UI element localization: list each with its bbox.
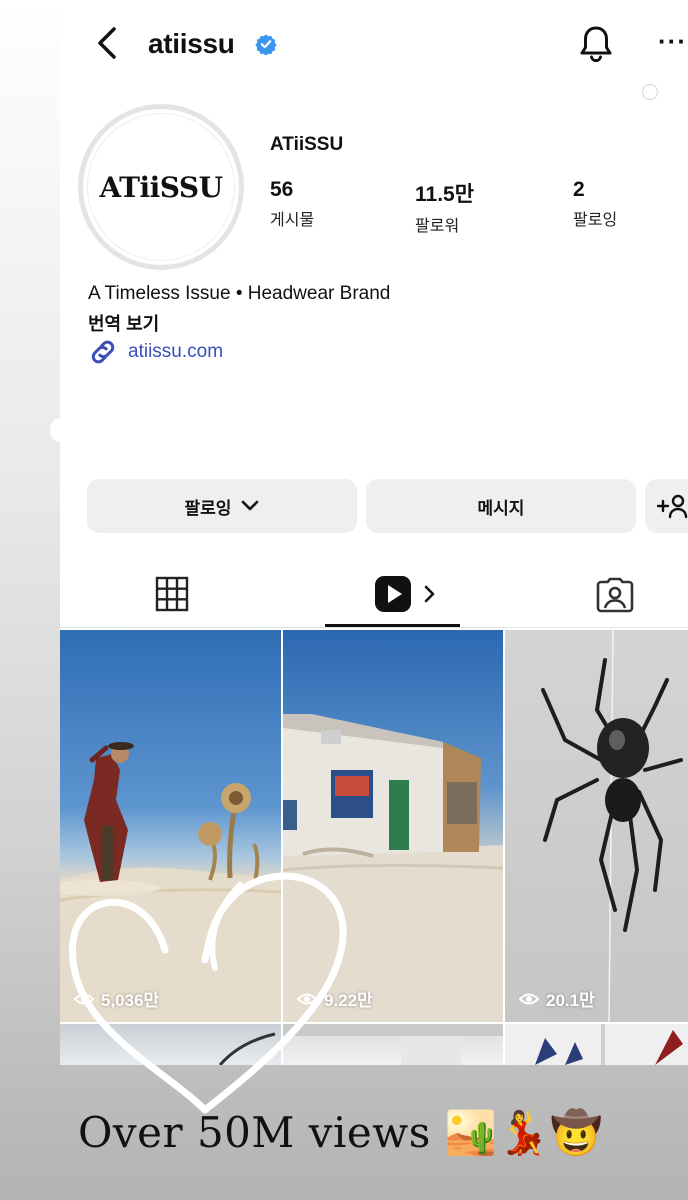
profile-tabs [60,560,688,628]
reel-thumbnail[interactable] [283,1024,503,1065]
reel-4-image [218,1032,276,1065]
reel-3-image [541,630,683,1022]
website-link-text: atiissu.com [128,341,224,362]
stat-followers-label: 팔로워 [415,218,460,235]
reel-views-text: 5,036만 [101,991,160,1010]
following-button-label: 팔로잉 [184,498,232,518]
back-icon [98,27,116,59]
reel-2-image [283,714,503,1022]
profile-bio: A Timeless Issue • Headwear Brand [88,283,391,304]
grid-icon [155,576,189,612]
profile-screenshot: atiissu ··· ATiiSSU ATiiSSU 56 게시물 11.5만… [60,0,688,1065]
back-button[interactable] [90,22,124,64]
tagged-icon [596,577,634,613]
tab-posts-grid[interactable] [150,568,194,620]
reels-icon [375,576,411,612]
add-user-button[interactable] [645,479,688,533]
reel-thumbnail[interactable]: 20.1만 [505,630,688,1022]
reel-thumbnail[interactable] [60,1024,281,1065]
profile-avatar[interactable]: ATiiSSU [78,104,244,270]
avatar-inner: ATiiSSU [87,113,235,261]
story-caption: Over 50M views 🏜️💃🤠 [78,1108,603,1158]
tab-tagged[interactable] [592,568,638,620]
avatar-logo-text: ATiiSSU [99,170,223,204]
stat-followers[interactable]: 11.5만 팔로워 [415,178,474,236]
chevron-down-icon [242,500,259,511]
reel-thumbnail[interactable]: 5,036만 [60,630,281,1022]
eye-icon [519,993,539,1004]
stat-following-value: 2 [573,178,585,201]
reel-views-text: 9.22만 [324,991,373,1010]
eye-icon [297,993,317,1004]
message-button[interactable]: 메시지 [366,479,636,533]
stat-posts[interactable]: 56 게시물 [270,178,314,230]
reel-view-count: 5,036만 [74,986,159,1011]
add-user-icon [657,494,688,519]
profile-display-name: ATiiSSU [270,134,344,155]
reel-thumbnail[interactable]: 9.22만 [283,630,503,1022]
status-dot [642,84,658,100]
caption-emoji: 🏜️💃🤠 [444,1108,604,1157]
reel-thumbnail[interactable] [505,1024,688,1065]
notifications-button[interactable] [576,22,616,66]
reel-view-count: 20.1만 [519,986,595,1011]
chevron-right-icon [424,585,435,603]
reels-grid: 5,036만 9.22만 20.1만 [60,630,688,1065]
stat-posts-label: 게시물 [270,212,315,229]
stat-followers-value: 11.5만 [415,183,475,206]
message-button-label: 메시지 [477,498,525,518]
profile-website-link[interactable]: atiissu.com [88,337,223,367]
active-tab-indicator [325,624,460,627]
reel-5-image [283,1024,503,1065]
bell-icon [580,26,612,63]
reel-6-image [535,1024,683,1065]
profile-username: atiissu [148,28,235,59]
profile-header: atiissu ··· [60,0,688,90]
following-button[interactable]: 팔로잉 [87,479,357,533]
tab-reels[interactable] [360,568,450,620]
caption-text: Over 50M views [78,1108,431,1157]
verified-badge-icon [255,34,277,55]
reel-views-text: 20.1만 [546,991,595,1010]
stat-following[interactable]: 2 팔로잉 [573,178,617,230]
reel-view-count: 9.22만 [297,986,373,1011]
reel-1-image [60,742,281,1022]
link-icon [91,340,115,364]
see-translation-link[interactable]: 번역 보기 [88,310,159,336]
stat-following-label: 팔로잉 [573,212,618,229]
more-options-button[interactable]: ··· [658,24,688,64]
stat-posts-value: 56 [270,178,294,201]
eye-icon [74,993,94,1004]
